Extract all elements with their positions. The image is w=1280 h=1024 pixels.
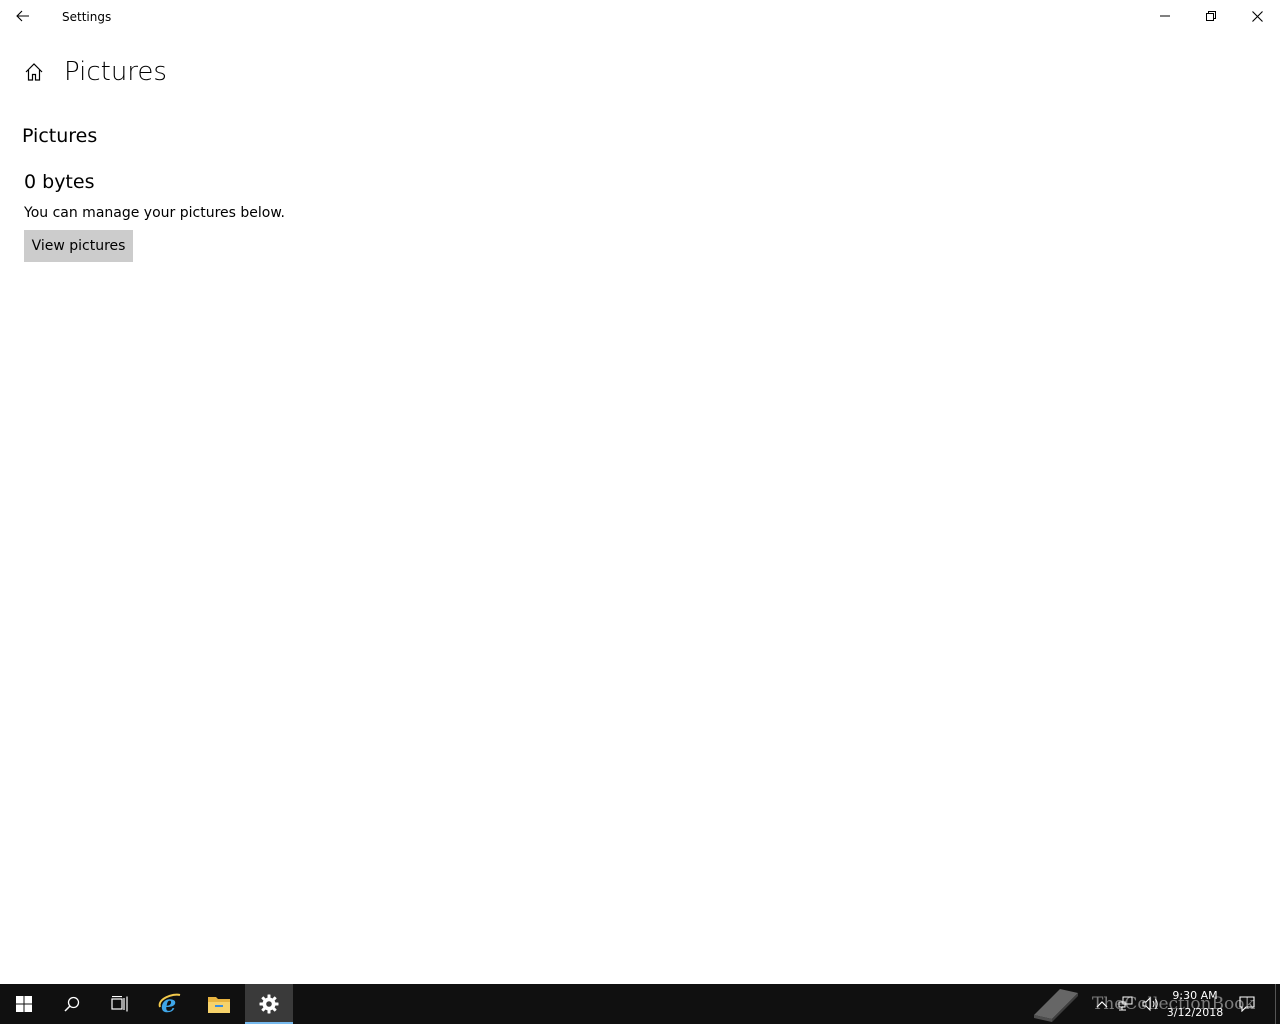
window-title: Settings <box>62 10 112 24</box>
storage-size-value: 0 bytes <box>24 171 95 193</box>
back-button[interactable] <box>0 0 46 32</box>
network-icon <box>1118 996 1133 1011</box>
task-view-button[interactable] <box>96 984 144 1024</box>
title-bar: Settings <box>0 0 1280 32</box>
volume-icon <box>1142 996 1158 1012</box>
settings-window: Settings Pictures Pictures 0 bytes You c… <box>0 0 1280 984</box>
file-explorer-button[interactable] <box>195 984 243 1024</box>
home-button[interactable] <box>20 58 48 86</box>
clock-date: 3/12/2018 <box>1166 1006 1224 1019</box>
volume-button[interactable] <box>1140 984 1162 1024</box>
section-title: Pictures <box>22 125 98 147</box>
internet-explorer-icon: e <box>158 991 181 1017</box>
search-icon <box>64 996 80 1012</box>
folder-icon <box>208 997 230 1013</box>
action-center-button[interactable] <box>1234 984 1260 1024</box>
home-icon <box>25 63 43 81</box>
close-button[interactable] <box>1234 0 1280 32</box>
minimize-icon <box>1160 15 1170 17</box>
book-logo-icon <box>1034 989 1078 1022</box>
view-pictures-button[interactable]: View pictures <box>24 230 133 262</box>
network-button[interactable] <box>1116 984 1136 1024</box>
gear-icon <box>259 994 279 1014</box>
clock[interactable]: 9:30 AM 3/12/2018 <box>1166 987 1224 1021</box>
settings-taskbar-button[interactable] <box>245 984 293 1024</box>
clock-time: 9:30 AM <box>1172 989 1218 1002</box>
manage-description: You can manage your pictures below. <box>24 205 285 221</box>
show-hidden-icons-button[interactable] <box>1092 984 1112 1024</box>
task-view-icon <box>111 996 128 1012</box>
restore-icon <box>1206 11 1216 21</box>
notification-icon <box>1239 996 1255 1012</box>
internet-explorer-button[interactable]: e <box>146 984 194 1024</box>
minimize-button[interactable] <box>1142 0 1188 32</box>
restore-button[interactable] <box>1188 0 1234 32</box>
search-button[interactable] <box>48 984 96 1024</box>
close-icon <box>1251 10 1263 22</box>
windows-logo-icon <box>16 996 32 1012</box>
start-button[interactable] <box>0 984 48 1024</box>
back-arrow-icon <box>16 10 29 22</box>
page-title: Pictures <box>64 57 167 87</box>
show-desktop-button[interactable] <box>1275 984 1280 1024</box>
chevron-up-icon <box>1096 1001 1108 1008</box>
